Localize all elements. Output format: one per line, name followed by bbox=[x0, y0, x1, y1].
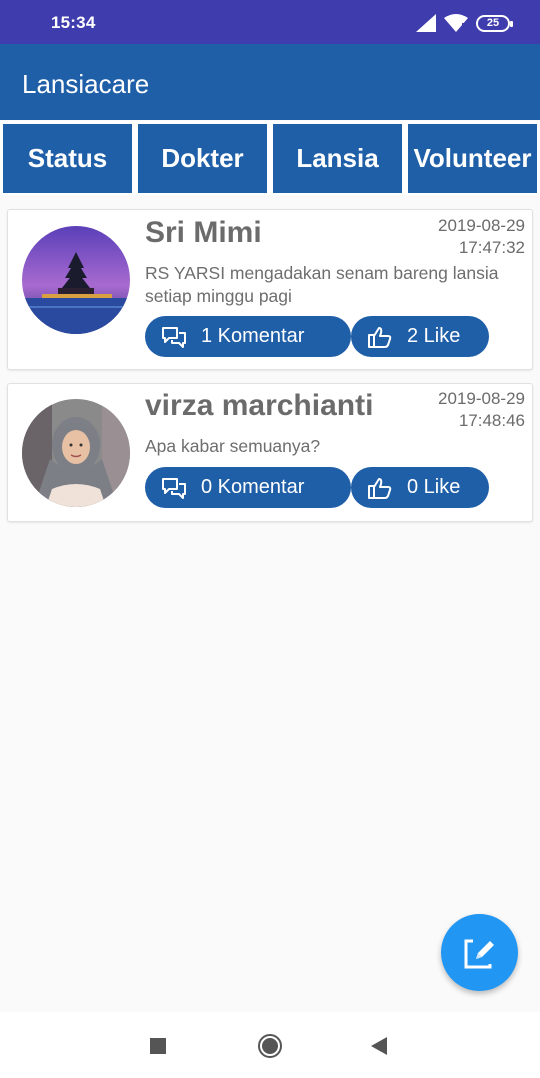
comment-count: 0 Komentar bbox=[201, 476, 305, 498]
navigation-bar bbox=[0, 1012, 540, 1078]
post-date: 2019-08-29 bbox=[438, 216, 525, 235]
tab-lansia[interactable]: Lansia bbox=[273, 124, 402, 193]
new-post-button[interactable] bbox=[441, 914, 518, 991]
post-message: Apa kabar semuanya? bbox=[145, 436, 321, 456]
status-time: 15:34 bbox=[51, 13, 96, 32]
tab-volunteer[interactable]: Volunteer bbox=[408, 124, 537, 193]
recents-icon[interactable] bbox=[150, 1038, 166, 1054]
post-time: 17:47:32 bbox=[458, 238, 525, 257]
comment-button[interactable]: 1 Komentar bbox=[145, 316, 351, 357]
post-message: RS YARSI mengadakan senam bareng lansia … bbox=[145, 263, 499, 306]
post-card[interactable]: Sri Mimi 2019-08-29 17:47:32 RS YARSI me… bbox=[7, 209, 533, 370]
comment-icon bbox=[162, 326, 186, 348]
thumbs-up-icon bbox=[368, 326, 392, 348]
like-button[interactable]: 2 Like bbox=[351, 316, 489, 357]
avatar-image bbox=[22, 226, 130, 334]
comment-icon bbox=[162, 477, 186, 499]
avatar[interactable] bbox=[22, 226, 130, 334]
post-date: 2019-08-29 bbox=[438, 389, 525, 408]
post-timestamp: 2019-08-29 17:47:32 bbox=[438, 215, 525, 259]
back-icon[interactable] bbox=[371, 1037, 387, 1055]
signal-icon bbox=[416, 14, 436, 32]
status-icons: 25 bbox=[416, 12, 513, 34]
battery-icon: 25 bbox=[476, 14, 513, 32]
like-button[interactable]: 0 Like bbox=[351, 467, 489, 508]
app-bar: Lansiacare bbox=[0, 44, 540, 120]
comment-button[interactable]: 0 Komentar bbox=[145, 467, 351, 508]
post-author-name: Sri Mimi bbox=[145, 216, 262, 249]
thumbs-up-icon bbox=[368, 477, 392, 499]
like-count: 0 Like bbox=[407, 476, 461, 498]
avatar-image bbox=[22, 399, 130, 507]
comment-count: 1 Komentar bbox=[201, 325, 305, 347]
home-icon[interactable] bbox=[258, 1034, 282, 1058]
app-title: Lansiacare bbox=[22, 69, 150, 99]
wifi-icon bbox=[444, 14, 468, 32]
tab-bar: Status Dokter Lansia Volunteer bbox=[0, 121, 540, 195]
tab-status[interactable]: Status bbox=[3, 124, 132, 193]
post-time: 17:48:46 bbox=[458, 411, 525, 430]
post-card[interactable]: virza marchianti 2019-08-29 17:48:46 Apa… bbox=[7, 383, 533, 522]
status-bar: 15:34 25 bbox=[0, 0, 540, 44]
battery-level: 25 bbox=[486, 17, 500, 29]
tab-dokter[interactable]: Dokter bbox=[138, 124, 267, 193]
post-author-name: virza marchianti bbox=[145, 389, 374, 422]
post-timestamp: 2019-08-29 17:48:46 bbox=[438, 388, 525, 432]
edit-icon bbox=[464, 937, 494, 968]
like-count: 2 Like bbox=[407, 325, 461, 347]
avatar[interactable] bbox=[22, 399, 130, 507]
